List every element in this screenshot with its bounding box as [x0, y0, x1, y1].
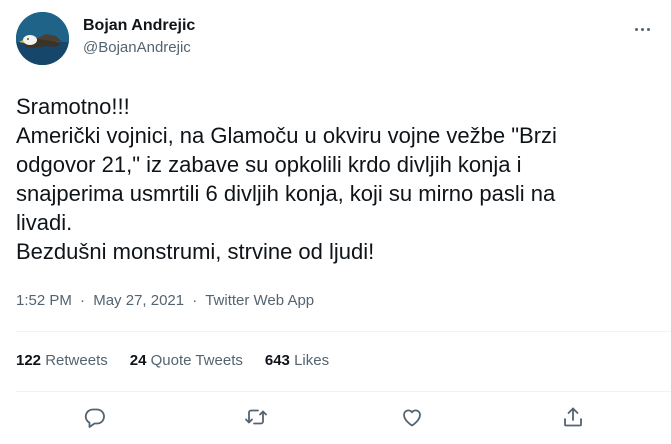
tweet-stats: 122 Retweets 24 Quote Tweets 643 Likes: [16, 351, 329, 371]
tweet-line: snajperima usmrtili 6 divljih konja, koj…: [16, 181, 556, 206]
tweet-line: odgovor 21," iz zabave su opkolili krdo …: [16, 152, 522, 177]
divider: [16, 391, 671, 392]
eagle-avatar-icon: [16, 12, 69, 65]
tweet-card: Bojan Andrejic @BojanAndrejic Sramotno!!…: [0, 0, 671, 444]
retweet-button[interactable]: [242, 403, 270, 431]
retweet-icon: [245, 409, 267, 425]
reply-button[interactable]: [81, 403, 109, 431]
tweet-line: livadi.: [16, 210, 73, 235]
tweet-text: Sramotno!!! Američki vojnici, na Glamoču…: [16, 92, 661, 266]
tweet-date[interactable]: May 27, 2021: [93, 292, 184, 309]
more-dot: [640, 27, 644, 31]
user-names: Bojan Andrejic @BojanAndrejic: [83, 16, 195, 58]
more-dot: [634, 27, 638, 31]
display-name[interactable]: Bojan Andrejic: [83, 16, 195, 36]
likes-label: Likes: [294, 352, 330, 369]
retweets-label: Retweets: [45, 352, 108, 369]
like-button[interactable]: [398, 403, 426, 431]
divider: [16, 331, 671, 332]
meta-separator: ·: [80, 292, 86, 309]
tweet-line: Američki vojnici, na Glamoču u okviru vo…: [16, 123, 557, 148]
tweet-meta: 1:52 PM · May 27, 2021 · Twitter Web App: [16, 291, 314, 311]
avatar[interactable]: [16, 12, 69, 65]
reply-icon: [84, 408, 105, 428]
more-dot: [646, 27, 650, 31]
quote-tweets-label: Quote Tweets: [150, 352, 243, 369]
tweet-time[interactable]: 1:52 PM: [16, 292, 72, 309]
like-icon: [403, 409, 421, 427]
retweets-stat[interactable]: 122 Retweets: [16, 351, 108, 371]
tweet-header: Bojan Andrejic @BojanAndrejic: [16, 12, 655, 68]
likes-count: 643: [264, 352, 290, 369]
quote-tweets-stat[interactable]: 24 Quote Tweets: [130, 351, 243, 371]
user-handle[interactable]: @BojanAndrejic: [83, 38, 195, 58]
tweet-line: Bezdušni monstrumi, strvine od ljudi!: [16, 239, 375, 264]
tweet-source[interactable]: Twitter Web App: [205, 292, 314, 309]
share-icon: [564, 407, 582, 427]
quote-tweets-count: 24: [129, 352, 147, 369]
tweet-line: Sramotno!!!: [16, 94, 130, 119]
action-bar: [0, 403, 671, 431]
likes-stat[interactable]: 643 Likes: [265, 351, 329, 371]
meta-separator: ·: [192, 292, 198, 309]
share-button[interactable]: [559, 403, 587, 431]
more-options-icon[interactable]: [631, 18, 653, 40]
retweets-count: 122: [16, 352, 42, 369]
